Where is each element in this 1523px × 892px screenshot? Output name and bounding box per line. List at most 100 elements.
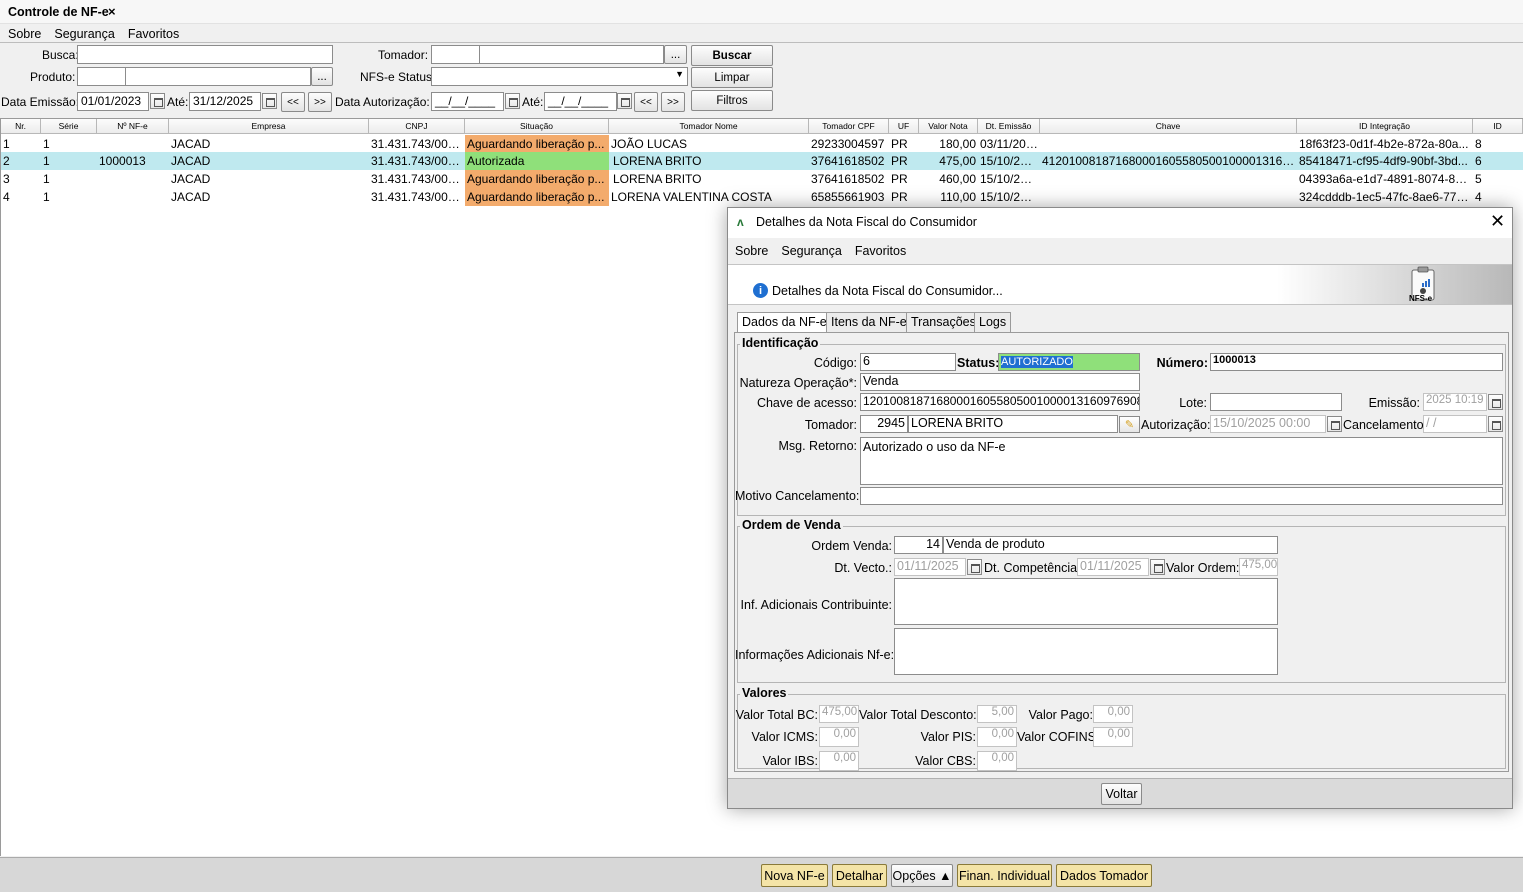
menu-seguranca[interactable]: Segurança — [54, 27, 114, 41]
prev-period-button[interactable]: << — [281, 92, 305, 112]
limpar-button[interactable]: Limpar — [691, 67, 773, 88]
cell-nfe — [97, 135, 169, 153]
valor-pago-field[interactable]: 0,00 — [1093, 705, 1133, 723]
table-row[interactable]: 3 1 JACAD 31.431.743/0001... Aguardando … — [1, 170, 1523, 188]
finan-individual-button[interactable]: Finan. Individual — [957, 864, 1052, 887]
calendar-icon[interactable] — [1488, 416, 1503, 432]
col-header-tomador-nome[interactable]: Tomador Nome — [609, 119, 809, 134]
col-header-uf[interactable]: UF — [889, 119, 919, 134]
tab-itens-nfe[interactable]: Itens da NF-e — [826, 312, 912, 332]
col-header-emissao[interactable]: Dt. Emissão — [978, 119, 1040, 134]
valor-total-bc-field[interactable]: 475,00 — [819, 705, 859, 723]
inf-adicionais-contribuinte-field[interactable] — [894, 578, 1278, 625]
valor-ibs-field[interactable]: 0,00 — [819, 751, 859, 771]
ordem-venda-id-field[interactable]: 14 — [894, 536, 943, 554]
col-header-id[interactable]: ID — [1473, 119, 1523, 134]
menu-favoritos[interactable]: Favoritos — [128, 27, 179, 41]
col-header-cnpj[interactable]: CNPJ — [369, 119, 465, 134]
col-header-serie[interactable]: Série — [41, 119, 97, 134]
status-field[interactable]: AUTORIZADO — [998, 353, 1140, 371]
calendar-icon[interactable] — [150, 93, 165, 109]
cell-chave: 41201008187168000160558050010000131609..… — [1042, 154, 1297, 168]
motivo-cancelamento-field[interactable] — [860, 487, 1503, 505]
produto-code-input[interactable] — [77, 67, 126, 86]
table-row[interactable]: 1 1 JACAD 31.431.743/0001... Aguardando … — [1, 135, 1523, 153]
table-row[interactable]: 4 1 JACAD 31.431.743/0001... Aguardando … — [1, 188, 1523, 206]
codigo-field[interactable]: 6 — [860, 353, 956, 371]
dialog-menu-favoritos[interactable]: Favoritos — [855, 244, 906, 258]
valor-cofins-field[interactable]: 0,00 — [1093, 727, 1133, 747]
data-autorizacao-from-input[interactable]: __/__/____ — [431, 92, 504, 111]
produto-lookup-button[interactable]: ... — [311, 67, 333, 86]
dt-vecto-field[interactable]: 01/11/2025 — [894, 558, 966, 576]
prev-period-button-2[interactable]: << — [634, 92, 658, 112]
voltar-button[interactable]: Voltar — [1101, 783, 1142, 805]
nfe-details-dialog: ʌ Detalhes da Nota Fiscal do Consumidor … — [727, 207, 1513, 809]
produto-name-input[interactable] — [125, 67, 311, 86]
filtros-button[interactable]: Filtros — [691, 90, 773, 111]
col-header-integracao[interactable]: ID Integração — [1297, 119, 1473, 134]
next-period-button-2[interactable]: >> — [661, 92, 685, 112]
emissao-field[interactable]: 2025 10:19 — [1423, 393, 1487, 411]
col-header-tomador-cpf[interactable]: Tomador CPF — [809, 119, 889, 134]
autorizacao-field[interactable]: 15/10/2025 00:00 — [1210, 415, 1326, 433]
nfse-status-select[interactable]: ▼ — [431, 67, 688, 86]
tomador-label: Tomador: — [804, 418, 857, 432]
calendar-icon[interactable] — [617, 93, 632, 109]
natureza-field[interactable]: Venda — [860, 373, 1140, 391]
detalhar-button[interactable]: Detalhar — [832, 864, 887, 887]
buscar-button[interactable]: Buscar — [691, 45, 773, 66]
tab-dados-nfe[interactable]: Dados da NF-e — [737, 312, 832, 333]
tab-logs[interactable]: Logs — [974, 312, 1012, 332]
calendar-icon[interactable] — [505, 93, 520, 109]
ordem-venda-desc-field[interactable]: Venda de produto — [943, 536, 1278, 554]
numero-field[interactable]: 1000013 — [1210, 353, 1503, 371]
dt-competencia-field[interactable]: 01/11/2025 — [1077, 558, 1149, 576]
dialog-menu-seguranca[interactable]: Segurança — [781, 244, 841, 258]
busca-input[interactable] — [77, 45, 333, 64]
close-tab-icon[interactable]: × — [108, 4, 116, 19]
calendar-icon[interactable] — [1488, 394, 1503, 410]
col-header-situacao[interactable]: Situação — [465, 119, 609, 134]
valor-total-desconto-field[interactable]: 5,00 — [977, 705, 1017, 723]
valor-ordem-field[interactable]: 475,00 — [1239, 558, 1278, 576]
col-header-nr[interactable]: Nr. — [1, 119, 41, 134]
cell-emissao: 03/11/2025 — [980, 137, 1040, 151]
tomador-name-input[interactable] — [479, 45, 664, 64]
lote-field[interactable] — [1210, 393, 1342, 411]
calendar-icon[interactable] — [1150, 559, 1165, 575]
inf-adicionais-nfe-field[interactable] — [894, 628, 1278, 675]
tomador-nome-field[interactable]: LORENA BRITO — [908, 415, 1118, 433]
tomador-id-field[interactable]: 2945 — [860, 415, 908, 433]
table-row-selected[interactable]: 2 1 1000013 JACAD 31.431.743/0001... Aut… — [1, 152, 1523, 170]
tab-transacoes[interactable]: Transações — [906, 312, 981, 332]
cell-nr: 2 — [3, 154, 10, 168]
valor-cbs-field[interactable]: 0,00 — [977, 751, 1017, 771]
cancelamento-field[interactable]: / / — [1423, 415, 1487, 433]
col-header-chave[interactable]: Chave — [1040, 119, 1297, 134]
nova-nfe-button[interactable]: Nova NF-e — [761, 864, 828, 887]
window-tab-title[interactable]: Controle de NF-e — [8, 5, 109, 19]
opcoes-button[interactable]: Opções ▲ — [891, 864, 953, 887]
menu-sobre[interactable]: Sobre — [8, 27, 41, 41]
edit-pencil-icon[interactable]: ✎ — [1119, 416, 1140, 433]
tomador-lookup-button[interactable]: ... — [664, 45, 687, 64]
data-autorizacao-to-input[interactable]: __/__/____ — [544, 92, 617, 111]
valor-pis-field[interactable]: 0,00 — [977, 727, 1017, 747]
chave-field[interactable]: 1201008187168000160558050010000131609769… — [860, 393, 1140, 411]
col-header-empresa[interactable]: Empresa — [169, 119, 369, 134]
calendar-icon[interactable] — [967, 559, 982, 575]
calendar-icon[interactable] — [1327, 416, 1342, 432]
col-header-nfe[interactable]: Nº NF-e — [97, 119, 169, 134]
tomador-code-input[interactable] — [431, 45, 480, 64]
dados-tomador-button[interactable]: Dados Tomador — [1056, 864, 1152, 887]
data-emissao-to-input[interactable]: 31/12/2025 — [189, 92, 261, 111]
valor-icms-field[interactable]: 0,00 — [819, 727, 859, 747]
close-icon[interactable]: ✕ — [1490, 211, 1505, 232]
next-period-button[interactable]: >> — [308, 92, 332, 112]
calendar-icon[interactable] — [262, 93, 277, 109]
msg-retorno-field[interactable]: Autorizado o uso da NF-e — [860, 437, 1503, 485]
col-header-valor[interactable]: Valor Nota — [919, 119, 978, 134]
data-emissao-from-input[interactable]: 01/01/2023 — [77, 92, 149, 111]
dialog-menu-sobre[interactable]: Sobre — [735, 244, 768, 258]
